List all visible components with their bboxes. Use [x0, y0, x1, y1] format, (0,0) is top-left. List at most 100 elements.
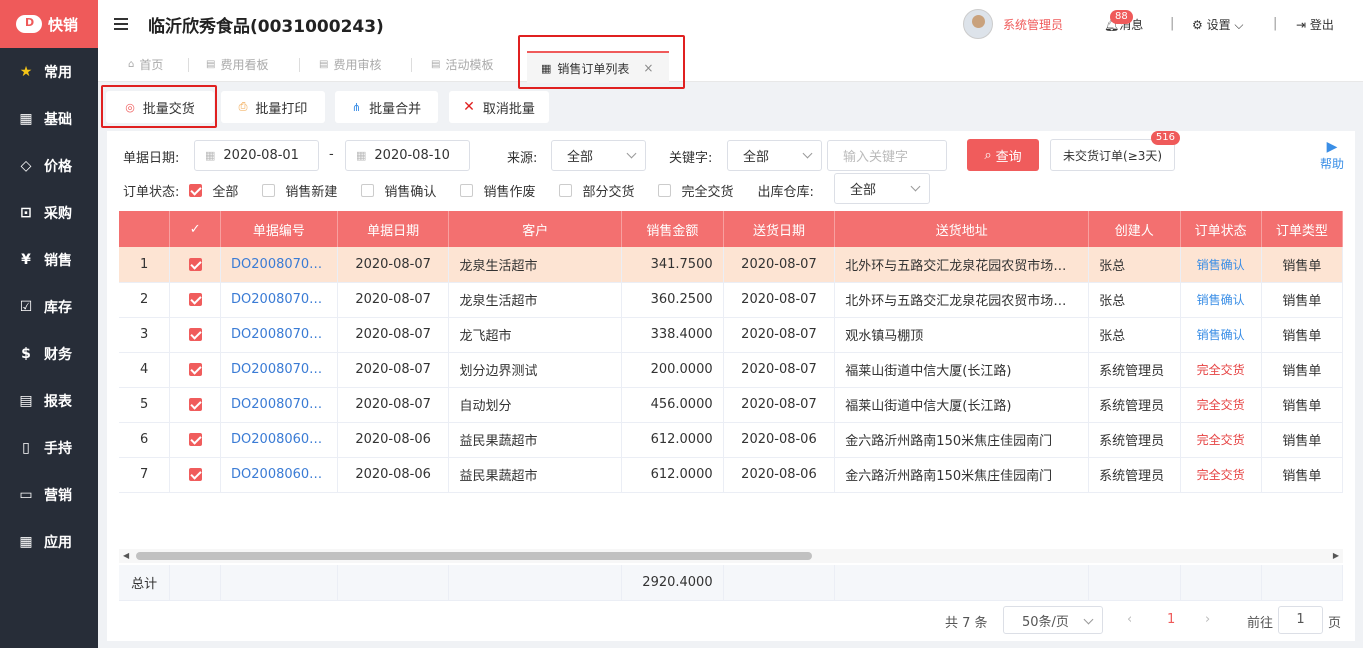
- table-row[interactable]: 1 DO2008070005 2020-08-07 龙泉生活超市 341.7500 202…: [119, 247, 1343, 283]
- row-checkbox[interactable]: [169, 422, 222, 458]
- sidebar-item[interactable]: ◇ 价格: [0, 142, 98, 189]
- keyword-input[interactable]: 输入关键字: [827, 140, 947, 171]
- checkbox[interactable]: [658, 184, 672, 197]
- column-header[interactable]: ✓: [169, 211, 222, 247]
- keyword-type-value: 全部: [743, 150, 770, 165]
- status-checkbox[interactable]: 销售作废: [460, 181, 535, 200]
- source-select[interactable]: 全部: [551, 140, 646, 171]
- column-header[interactable]: 创建人: [1088, 211, 1181, 247]
- order-number-link[interactable]: DO2008070001: [220, 387, 338, 423]
- date-to-input[interactable]: ▦ 2020-08-10: [345, 140, 470, 171]
- column-header[interactable]: [119, 211, 171, 247]
- order-number-link[interactable]: DO2008060002: [220, 422, 338, 458]
- table-row[interactable]: 7 DO2008060001 2020-08-06 益民果蔬超市 612.0000 202…: [119, 457, 1343, 493]
- status-checkbox[interactable]: 部分交货: [559, 181, 634, 200]
- checkbox[interactable]: [188, 293, 202, 306]
- checkbox[interactable]: [559, 184, 573, 197]
- batch-merge-button[interactable]: ⋔ 批量合并: [335, 91, 438, 123]
- order-number-link[interactable]: DO2008070003: [220, 317, 338, 353]
- user-menu[interactable]: 系统管理员: [963, 9, 1063, 39]
- status-checkbox[interactable]: 销售新建: [262, 181, 337, 200]
- sidebar-item[interactable]: ▭ 营销: [0, 471, 98, 518]
- order-number-link[interactable]: DO2008070005: [220, 247, 338, 283]
- next-page-icon[interactable]: ›: [1205, 612, 1210, 627]
- ship-date: 2020-08-07: [723, 387, 836, 423]
- page-size-select[interactable]: 50条/页: [1003, 606, 1103, 634]
- table-row[interactable]: 2 DO2008070004 2020-08-07 龙泉生活超市 360.2500 202…: [119, 282, 1343, 318]
- sidebar-item[interactable]: ⊡ 采购: [0, 189, 98, 236]
- table-row[interactable]: 6 DO2008060002 2020-08-06 益民果蔬超市 612.0000 202…: [119, 422, 1343, 458]
- column-header[interactable]: 送货地址: [834, 211, 1090, 247]
- checkbox[interactable]: [361, 184, 375, 197]
- checkbox[interactable]: [189, 184, 203, 197]
- sidebar-item[interactable]: ▦ 基础: [0, 95, 98, 142]
- warehouse-select[interactable]: 全部: [834, 173, 930, 204]
- tab-expense-review[interactable]: ▤ 费用审核: [319, 56, 381, 73]
- table-row[interactable]: 4 DO2008070002 2020-08-07 划分边界测试 200.0000 202…: [119, 352, 1343, 388]
- checkbox[interactable]: [188, 328, 202, 341]
- status-checkbox[interactable]: 全部: [189, 181, 238, 200]
- scroll-right-icon[interactable]: ▶: [1333, 551, 1339, 560]
- page-unit: 页: [1328, 616, 1342, 631]
- current-page[interactable]: 1: [1167, 612, 1175, 627]
- tab-activity-template[interactable]: ▤ 活动模板: [431, 56, 493, 73]
- logout-button[interactable]: ⇥ 登出: [1296, 16, 1334, 33]
- order-number-link[interactable]: DO2008070002: [220, 352, 338, 388]
- sidebar-item[interactable]: ☑ 库存: [0, 283, 98, 330]
- sidebar-item[interactable]: ▯ 手持: [0, 424, 98, 471]
- sidebar-item[interactable]: ★ 常用: [0, 48, 98, 95]
- cancel-batch-button[interactable]: ✕ 取消批量: [449, 91, 549, 123]
- checkbox[interactable]: [262, 184, 276, 197]
- checkbox[interactable]: [188, 468, 202, 481]
- order-number-link[interactable]: DO2008070004: [220, 282, 338, 318]
- checkbox[interactable]: [188, 257, 202, 271]
- row-checkbox[interactable]: [169, 247, 222, 283]
- sidebar-item[interactable]: ▤ 报表: [0, 377, 98, 424]
- column-header[interactable]: 单据编号: [220, 211, 338, 247]
- sidebar-item[interactable]: ¥ 销售: [0, 236, 98, 283]
- column-header[interactable]: 销售金额: [621, 211, 724, 247]
- app-logo[interactable]: 快销: [0, 0, 98, 48]
- goto-page-input[interactable]: 1: [1278, 606, 1323, 634]
- row-checkbox[interactable]: [169, 352, 222, 388]
- column-header[interactable]: 订单状态: [1180, 211, 1262, 247]
- row-checkbox[interactable]: [169, 282, 222, 318]
- column-header[interactable]: 单据日期: [337, 211, 450, 247]
- search-button[interactable]: ⌕ 查询: [967, 139, 1039, 171]
- checkbox[interactable]: [188, 433, 202, 446]
- date-from-input[interactable]: ▦ 2020-08-01: [194, 140, 319, 171]
- tab-home[interactable]: ⌂ 首页: [128, 56, 163, 73]
- keyword-type-select[interactable]: 全部: [727, 140, 822, 171]
- checkbox[interactable]: [460, 184, 474, 197]
- table-row[interactable]: 3 DO2008070003 2020-08-07 龙飞超市 338.4000 2020-…: [119, 317, 1343, 353]
- scrollbar-thumb[interactable]: [136, 552, 812, 560]
- ship-date: 2020-08-06: [723, 457, 836, 493]
- checkbox[interactable]: [188, 398, 202, 411]
- prev-page-icon[interactable]: ‹: [1127, 612, 1132, 627]
- status-checkbox[interactable]: 销售确认: [361, 181, 436, 200]
- scroll-left-icon[interactable]: ◀: [123, 551, 129, 560]
- batch-print-button[interactable]: ⎙ 批量打印: [221, 91, 325, 123]
- sidebar-item[interactable]: ▦ 应用: [0, 518, 98, 565]
- unshipped-orders-button[interactable]: 未交货订单(≥3天) 516: [1050, 131, 1180, 171]
- menu-toggle-icon[interactable]: [114, 18, 128, 30]
- table-row[interactable]: 5 DO2008070001 2020-08-07 自动划分 456.0000 2020-…: [119, 387, 1343, 423]
- help-button[interactable]: ▶ 帮助: [1317, 139, 1347, 172]
- checkbox[interactable]: [188, 363, 202, 376]
- column-header[interactable]: 送货日期: [723, 211, 836, 247]
- status-badge: 销售确认: [1180, 247, 1262, 283]
- row-checkbox[interactable]: [169, 387, 222, 423]
- settings-menu[interactable]: ⚙ 设置 ⌵: [1192, 16, 1244, 33]
- tab-expense-board[interactable]: ▤ 费用看板: [206, 56, 268, 73]
- order-date: 2020-08-06: [337, 457, 450, 493]
- column-header[interactable]: 客户: [448, 211, 623, 247]
- row-checkbox[interactable]: [169, 457, 222, 493]
- status-checkbox[interactable]: 完全交货: [658, 181, 733, 200]
- horizontal-scrollbar[interactable]: ◀ ▶: [119, 549, 1343, 563]
- sidebar-item[interactable]: $ 财务: [0, 330, 98, 377]
- order-number-link[interactable]: DO2008060001: [220, 457, 338, 493]
- tab-label: 首页: [139, 58, 164, 72]
- messages-link[interactable]: 🔔︎消息 88: [1104, 10, 1143, 33]
- column-header[interactable]: 订单类型: [1261, 211, 1343, 247]
- row-checkbox[interactable]: [169, 317, 222, 353]
